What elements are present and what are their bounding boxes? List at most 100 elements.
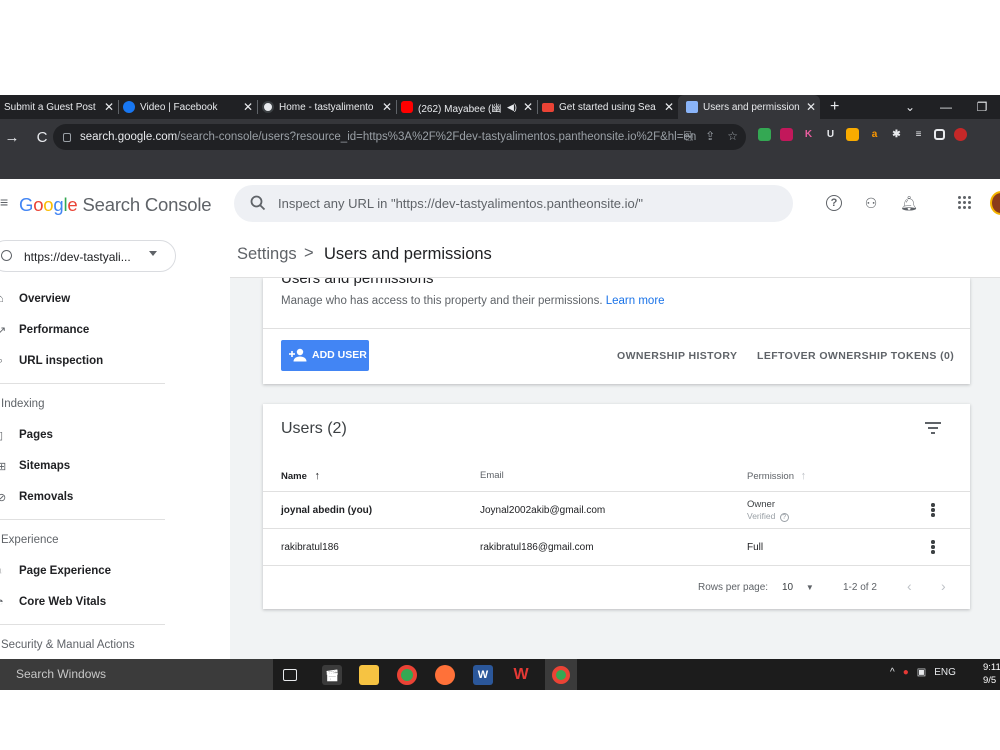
- address-bar[interactable]: search.google.com/search-console/users?r…: [53, 124, 746, 150]
- puzzle-icon[interactable]: ✱: [890, 128, 903, 141]
- chevron-up-icon[interactable]: ^: [890, 667, 895, 678]
- extension-icon[interactable]: [780, 128, 793, 141]
- facebook-icon: [123, 101, 135, 113]
- url-inspection-search[interactable]: Inspect any URL in "https://dev-tastyali…: [234, 185, 793, 222]
- removals-icon: ⊘: [0, 491, 7, 504]
- word-icon[interactable]: W: [473, 665, 493, 685]
- breadcrumb-settings[interactable]: Settings: [237, 245, 297, 264]
- new-tab-button[interactable]: +: [830, 98, 839, 116]
- help-icon[interactable]: ?: [779, 513, 789, 522]
- extension-u-icon[interactable]: U: [824, 128, 837, 141]
- more-vert-icon[interactable]: [931, 540, 935, 554]
- users-title: Users (2): [281, 420, 347, 437]
- pagination-range: 1-2 of 2: [843, 582, 877, 593]
- user-name: joynal abedin (you): [281, 505, 373, 516]
- task-view-icon[interactable]: [283, 669, 297, 681]
- user-permission: Owner: [747, 499, 775, 510]
- close-icon[interactable]: ✕: [806, 100, 816, 114]
- speaker-icon[interactable]: ▣: [917, 667, 926, 678]
- gmail-icon: [542, 102, 554, 112]
- taskbar-search[interactable]: Search Windows: [0, 659, 273, 690]
- wordpress-icon: [262, 101, 274, 113]
- amazon-icon[interactable]: a: [868, 128, 881, 141]
- help-icon[interactable]: ?: [826, 195, 842, 211]
- sidebar-item-label: URL inspection: [19, 355, 104, 367]
- add-person-icon: [289, 348, 307, 362]
- tab-youtube[interactable]: (262) Mayabee (幽 ◀) ✕: [397, 95, 537, 119]
- apps-grid-icon[interactable]: [958, 196, 972, 210]
- language-indicator[interactable]: ENG: [934, 667, 956, 678]
- column-header-permission[interactable]: Permission ↑: [747, 470, 806, 482]
- reload-icon[interactable]: C: [30, 129, 54, 146]
- tab-title: Home - tastyalimento: [279, 101, 374, 113]
- next-page-icon[interactable]: ›: [941, 578, 946, 594]
- taskbar-clock[interactable]: 9:11 9/5: [983, 661, 1000, 687]
- prev-page-icon[interactable]: ‹: [907, 578, 912, 594]
- bookmark-star-icon[interactable]: ☆: [727, 129, 738, 144]
- rows-per-page-select[interactable]: 10 ▼: [782, 582, 814, 593]
- audio-icon[interactable]: ◀): [507, 102, 517, 113]
- side-panel-icon[interactable]: [934, 129, 945, 140]
- close-icon[interactable]: ✕: [382, 100, 392, 114]
- property-selector[interactable]: https://dev-tastyali...: [0, 240, 176, 272]
- account-avatar[interactable]: [990, 191, 1000, 215]
- tab-title: Get started using Sea: [559, 101, 656, 113]
- close-icon[interactable]: ✕: [104, 100, 114, 114]
- close-icon[interactable]: ✕: [523, 100, 533, 114]
- filter-icon[interactable]: [925, 422, 941, 434]
- taskbar-search-placeholder: Search Windows: [16, 667, 107, 681]
- search-console-logo[interactable]: Google Search Console: [19, 194, 212, 216]
- learn-more-link[interactable]: Learn more: [606, 295, 665, 307]
- tab-title: Users and permission: [703, 101, 800, 113]
- tab-search-icon[interactable]: ⌄: [892, 100, 928, 114]
- wps-icon[interactable]: W: [511, 665, 531, 685]
- product-name: Search Console: [82, 194, 212, 215]
- column-header-name[interactable]: Name ↑: [281, 470, 320, 482]
- reading-list-icon[interactable]: ≡: [912, 128, 925, 141]
- browser-toolbar: → C search.google.com/search-console/use…: [0, 119, 1000, 155]
- minimize-icon[interactable]: —: [928, 100, 964, 114]
- translate-icon[interactable]: ⎘: [684, 129, 694, 144]
- leftover-tokens-button[interactable]: LEFTOVER OWNERSHIP TOKENS (0): [757, 350, 954, 362]
- extension-icon[interactable]: [758, 128, 771, 141]
- extension-k-icon[interactable]: K: [802, 128, 815, 141]
- notifications-bell-icon[interactable]: 🔔︎: [900, 194, 918, 212]
- sidebar-item-label: Pages: [19, 429, 53, 441]
- close-icon[interactable]: ✕: [664, 100, 674, 114]
- profile-avatar[interactable]: [954, 128, 967, 141]
- clapper-icon[interactable]: 🎬︎: [322, 665, 342, 685]
- column-label: Name: [281, 471, 307, 482]
- add-user-button[interactable]: ADD USER: [281, 340, 369, 371]
- restore-icon[interactable]: ❐: [964, 100, 1000, 114]
- browser-tab-strip: Submit a Guest Post o ✕ Video | Facebook…: [0, 95, 1000, 119]
- chrome-active-icon[interactable]: [545, 659, 577, 690]
- chevron-right-icon: >: [304, 244, 314, 262]
- firefox-icon[interactable]: [435, 665, 455, 685]
- tab-title: Submit a Guest Post o: [4, 101, 98, 113]
- property-url: https://dev-tastyali...: [24, 250, 131, 264]
- close-icon[interactable]: ✕: [243, 100, 253, 114]
- share-icon[interactable]: ⇪: [705, 129, 715, 144]
- extension-icon[interactable]: [846, 128, 859, 141]
- tab-gmail[interactable]: Get started using Sea ✕: [538, 95, 678, 119]
- tab-search-console[interactable]: Users and permission ✕: [678, 95, 820, 119]
- manage-users-icon[interactable]: ⚇: [862, 194, 880, 212]
- menu-icon[interactable]: ≡: [0, 194, 8, 210]
- network-icon[interactable]: ●: [903, 667, 909, 678]
- ownership-history-button[interactable]: OWNERSHIP HISTORY: [617, 350, 737, 362]
- tab-guest-post[interactable]: Submit a Guest Post o ✕: [0, 95, 118, 119]
- column-header-email[interactable]: Email: [480, 470, 504, 481]
- forward-icon[interactable]: →: [0, 129, 24, 146]
- user-email: rakibratul186@gmail.com: [480, 542, 594, 553]
- divider: [0, 624, 165, 625]
- file-explorer-icon[interactable]: [359, 665, 379, 685]
- main-content: Users and permissions Manage who has acc…: [230, 230, 1000, 660]
- chrome-icon[interactable]: [397, 665, 417, 685]
- permissions-card: Users and permissions Manage who has acc…: [263, 270, 970, 384]
- pages-icon: ▯: [0, 429, 4, 442]
- tab-facebook[interactable]: Video | Facebook ✕: [119, 95, 257, 119]
- rows-per-page-label: Rows per page:: [698, 582, 769, 593]
- tab-wordpress[interactable]: Home - tastyalimento ✕: [258, 95, 396, 119]
- url-text[interactable]: search.google.com/search-console/users?r…: [80, 131, 696, 143]
- more-vert-icon[interactable]: [931, 503, 935, 517]
